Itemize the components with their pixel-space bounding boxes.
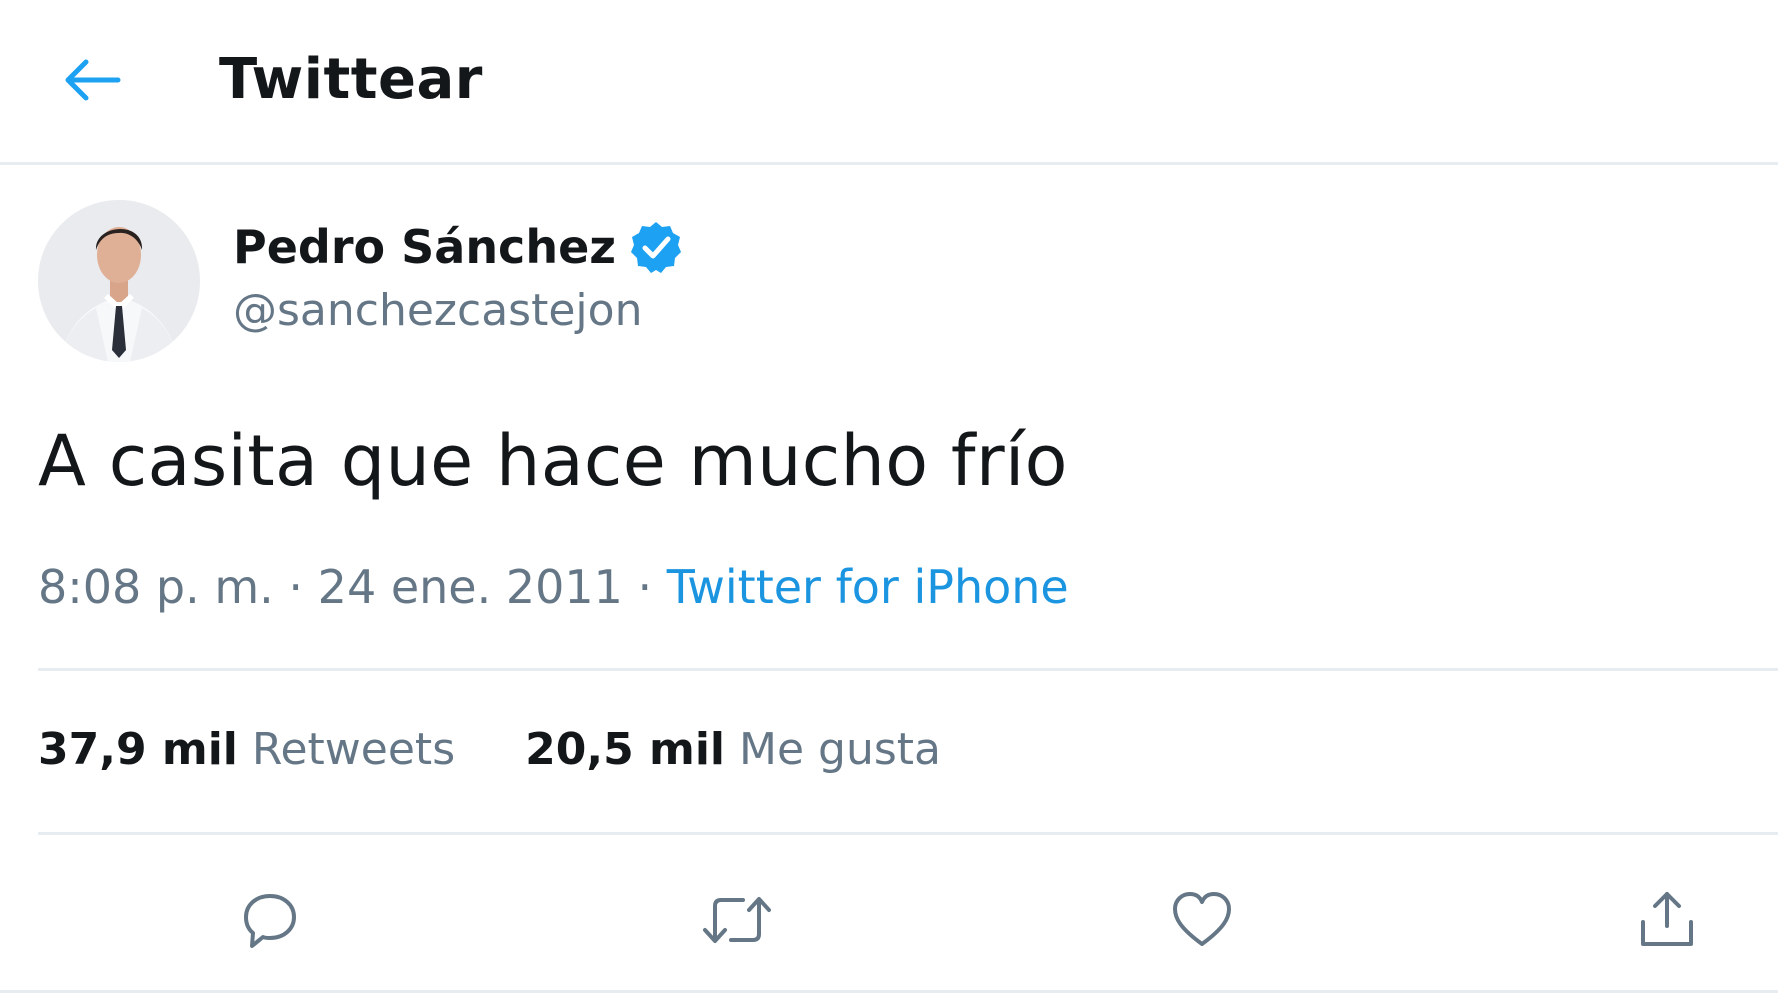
tweet-source-link[interactable]: Twitter for iPhone (667, 560, 1069, 614)
tweet-page: Twittear Pedro Sánchez @sanchezcastejon … (0, 0, 1778, 997)
avatar-image (38, 200, 200, 362)
verified-badge-icon (631, 222, 682, 273)
author-handle[interactable]: @sanchezcastejon (233, 285, 642, 336)
back-button[interactable] (52, 40, 132, 120)
retweets-label: Retweets (251, 724, 456, 775)
tweet-text: A casita que hace mucho frío (38, 420, 1068, 502)
tweet-date[interactable]: 24 ene. 2011 (318, 560, 623, 614)
likes-count: 20,5 mil (525, 724, 726, 775)
share-icon (1641, 892, 1693, 946)
tweet-meta: 8:08 p. m. · 24 ene. 2011 · Twitter for … (38, 560, 1069, 614)
share-button[interactable] (1622, 875, 1712, 965)
author-name-row: Pedro Sánchez (233, 215, 684, 279)
like-icon (1173, 892, 1231, 946)
divider (38, 668, 1778, 671)
arrow-left-icon (65, 59, 121, 101)
meta-separator: · (637, 560, 653, 614)
meta-separator: · (288, 560, 304, 614)
tweet-time[interactable]: 8:08 p. m. (38, 560, 274, 614)
retweet-button[interactable] (692, 875, 782, 965)
avatar[interactable] (38, 200, 200, 362)
header: Twittear (0, 0, 1778, 165)
retweets-stat[interactable]: 37,9 mil Retweets (38, 724, 455, 775)
reply-icon (244, 894, 296, 948)
tweet-stats: 37,9 mil Retweets 20,5 mil Me gusta (38, 724, 941, 775)
page-title: Twittear (219, 47, 483, 112)
author-name[interactable]: Pedro Sánchez (233, 220, 616, 274)
reply-button[interactable] (225, 875, 315, 965)
retweet-icon (703, 897, 771, 943)
retweets-count: 37,9 mil (38, 724, 238, 775)
like-button[interactable] (1157, 875, 1247, 965)
divider (0, 990, 1778, 993)
likes-stat[interactable]: 20,5 mil Me gusta (525, 724, 941, 775)
likes-label: Me gusta (739, 724, 941, 775)
divider (38, 832, 1778, 835)
